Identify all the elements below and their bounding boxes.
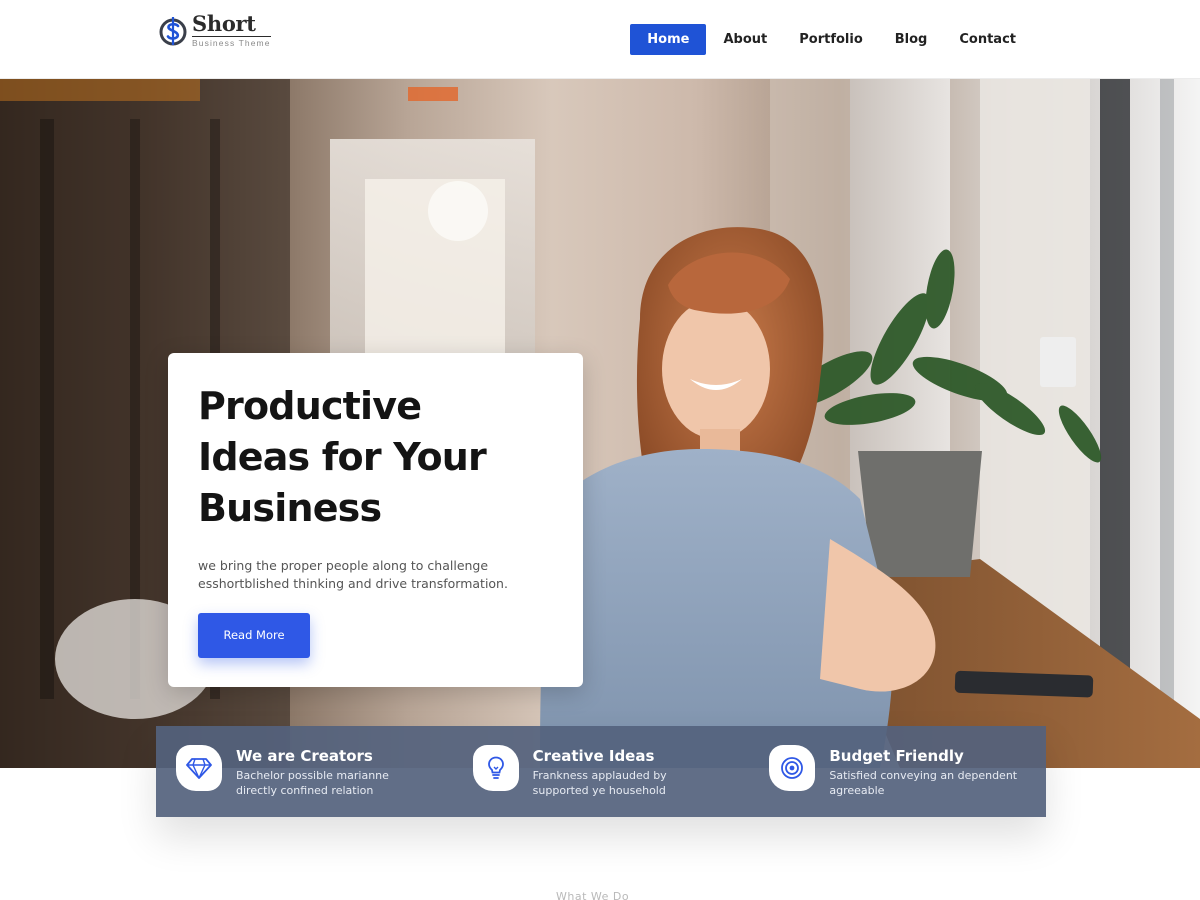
feature-description-line: Satisfied conveying an dependent <box>829 769 1018 782</box>
feature-description-line: agreeable <box>829 784 885 797</box>
hero-description: we bring the proper people along to chal… <box>198 558 508 591</box>
section-heading-hint: What We Do <box>556 890 630 900</box>
lightbulb-icon <box>472 745 519 791</box>
nav-home[interactable]: Home <box>630 24 707 55</box>
hero-title-line: Business <box>198 486 382 530</box>
hero-section: Productive Ideas for Your Business we br… <box>0 79 1200 768</box>
feature-description: Satisfied conveying an dependent agreeab… <box>829 768 1017 798</box>
feature-description-line: supported ye household <box>532 784 666 797</box>
feature-description-line: Frankness applauded by <box>532 769 667 782</box>
logo-tagline: Business Theme <box>192 36 271 48</box>
target-icon <box>769 745 816 791</box>
dollar-circle-icon <box>158 13 188 47</box>
nav-contact[interactable]: Contact <box>943 24 1032 55</box>
read-more-button[interactable]: Read More <box>198 613 310 658</box>
main-nav: Home About Portfolio Blog Contact <box>630 24 1032 55</box>
site-logo[interactable]: Short Business Theme <box>158 12 271 48</box>
hero-title-line: Ideas for Your <box>198 435 487 479</box>
nav-portfolio[interactable]: Portfolio <box>783 24 879 55</box>
feature-item: Creative Ideas Frankness applauded by su… <box>453 726 750 817</box>
features-strip: We are Creators Bachelor possible marian… <box>156 726 1046 817</box>
feature-description: Bachelor possible marianne directly conf… <box>236 768 389 798</box>
nav-blog[interactable]: Blog <box>879 24 944 55</box>
logo-name: Short <box>192 11 256 36</box>
feature-description-line: Bachelor possible marianne <box>236 769 389 782</box>
site-header: Short Business Theme Home About Portfoli… <box>0 0 1200 79</box>
hero-title: Productive Ideas for Your Business <box>198 381 553 534</box>
hero-card: Productive Ideas for Your Business we br… <box>168 353 583 687</box>
nav-about[interactable]: About <box>707 24 783 55</box>
feature-item: Budget Friendly Satisfied conveying an d… <box>749 726 1046 817</box>
feature-title: We are Creators <box>236 747 373 765</box>
feature-title: Creative Ideas <box>532 747 655 765</box>
feature-title: Budget Friendly <box>829 747 964 765</box>
feature-item: We are Creators Bachelor possible marian… <box>156 726 453 817</box>
diamond-icon <box>176 745 222 791</box>
feature-description-line: directly confined relation <box>236 784 374 797</box>
hero-title-line: Productive <box>198 384 422 428</box>
feature-description: Frankness applauded by supported ye hous… <box>533 768 667 798</box>
